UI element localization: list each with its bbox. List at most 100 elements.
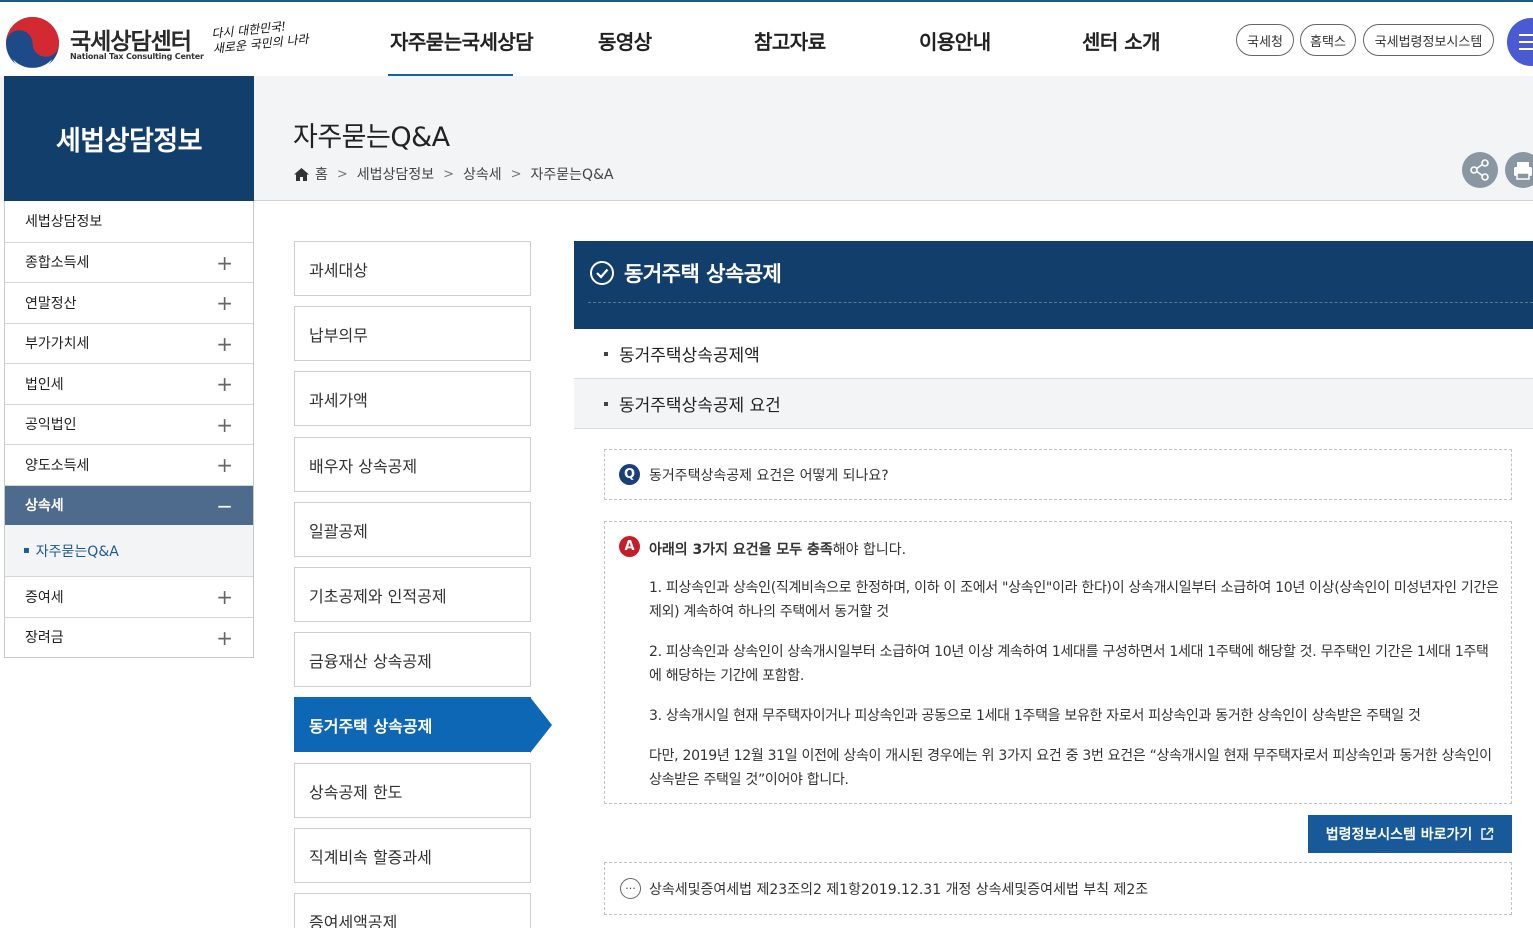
answer-box: A 아래의 3가지 요건을 모두 충족해야 합니다. 1. 피상속인과 상속인(… — [604, 521, 1512, 804]
answer-item: 1. 피상속인과 상속인(직계비속으로 한정하며, 이하 이 조에서 "상속인"… — [649, 580, 1499, 620]
topic-tab[interactable]: 과세가액 — [294, 371, 531, 426]
answer-lead-bold: 아래의 3가지 요건을 모두 충족 — [649, 542, 833, 558]
gnb-about[interactable]: 센터 소개 — [1082, 26, 1161, 55]
reference-text: 상속세및증여세법 제23조의2 제1항2019.12.31 개정 상속세및증여세… — [649, 881, 1149, 898]
site-header: 국세상담센터 National Tax Consulting Center 다시… — [0, 2, 1533, 77]
lnb-item-label: 장려금 — [25, 630, 64, 647]
topic-tab[interactable]: 납부의무 — [294, 306, 531, 361]
breadcrumb-item[interactable]: 세법상담정보 — [357, 164, 434, 184]
question-badge-icon: Q — [619, 464, 640, 485]
topic-tab[interactable]: 증여세액공제 — [294, 893, 531, 928]
answer-badge-icon: A — [619, 536, 640, 557]
active-tab-arrow — [530, 697, 552, 753]
lnb-item-label: 연말정산 — [25, 295, 77, 312]
topic-tab[interactable]: 직계비속 할증과세 — [294, 828, 531, 883]
topic-tab[interactable]: 기초공제와 인적공제 — [294, 567, 531, 622]
plus-icon[interactable]: + — [216, 585, 233, 609]
slogan: 다시 대한민국! 새로운 국민의 나라 — [211, 17, 310, 57]
law-system-button[interactable]: 법령정보시스템 바로가기 — [1308, 815, 1512, 853]
lnb-item-label: 세법상담정보 — [25, 214, 103, 231]
lnb-title: 세법상담정보 — [4, 76, 254, 201]
answer-note: 다만, 2019년 12월 31일 이전에 상속이 개시된 경우에는 위 3가지… — [649, 748, 1492, 788]
lnb-item-tax-info[interactable]: 세법상담정보 — [5, 201, 253, 242]
lnb-item-label: 증여세 — [25, 589, 64, 606]
more-dots-icon: ··· — [620, 878, 641, 899]
sub-topic-requirements[interactable]: 동거주택상속공제 요건 — [574, 379, 1533, 429]
answer-lead-rest: 해야 합니다. — [832, 542, 907, 558]
gnb-reference[interactable]: 참고자료 — [754, 26, 826, 55]
left-nav: 세법상담정보 종합소득세 + 연말정산 + 부가가치세 + 법인세 + 공익법인… — [4, 201, 254, 658]
print-icon — [1514, 162, 1532, 180]
gnb-video[interactable]: 동영상 — [598, 26, 652, 55]
lnb-item-corporate-tax[interactable]: 법인세 + — [5, 363, 253, 404]
hamburger-icon — [1519, 41, 1533, 43]
plus-icon[interactable]: + — [216, 453, 233, 477]
topic-tab[interactable]: 일괄공제 — [294, 502, 531, 557]
dashed-divider — [588, 302, 1533, 303]
answer-item: 2. 피상속인과 상속인이 상속개시일부터 소급하여 10년 이상 계속하여 1… — [649, 644, 1489, 684]
divider — [254, 200, 1533, 201]
nts-link-button[interactable]: 국세청 — [1236, 24, 1294, 56]
lnb-item-public-corp[interactable]: 공익법인 + — [5, 403, 253, 445]
check-circle-icon — [590, 261, 614, 285]
lnb-subitem-faq[interactable]: ▪ 자주묻는Q&A — [5, 525, 253, 576]
lnb-item-transfer-tax[interactable]: 양도소득세 + — [5, 444, 253, 485]
gnb-guide[interactable]: 이용안내 — [919, 26, 991, 55]
lnb-subitem-label: 자주묻는Q&A — [35, 543, 119, 560]
hometax-link-button[interactable]: 홈택스 — [1300, 24, 1356, 56]
content-title: 동거주택 상속공제 — [624, 262, 782, 286]
topic-tab[interactable]: 배우자 상속공제 — [294, 437, 531, 492]
lnb-item-label: 상속세 — [25, 498, 64, 515]
minus-icon[interactable]: − — [216, 494, 233, 518]
lnb-item-label: 공익법인 — [25, 417, 77, 434]
lnb-item-income-tax[interactable]: 종합소득세 + — [5, 241, 253, 283]
lnb-item-label: 부가가치세 — [25, 336, 90, 353]
breadcrumb-separator-icon: > — [336, 166, 348, 182]
bullet-icon: ▪ — [23, 545, 30, 556]
plus-icon[interactable]: + — [216, 332, 233, 356]
plus-icon[interactable]: + — [216, 251, 233, 275]
hamburger-icon — [1519, 34, 1533, 36]
gnb-faq[interactable]: 자주묻는국세상담 — [390, 26, 534, 55]
topic-tab-active[interactable]: 동거주택 상속공제 — [294, 697, 531, 752]
plus-icon[interactable]: + — [216, 372, 233, 396]
reference-box: ··· 상속세및증여세법 제23조의2 제1항2019.12.31 개정 상속세… — [604, 862, 1512, 915]
hamburger-icon — [1519, 48, 1533, 50]
sub-topic-amount[interactable]: 동거주택상속공제액 — [574, 329, 1533, 379]
plus-icon[interactable]: + — [216, 626, 233, 650]
plus-icon[interactable]: + — [216, 413, 233, 437]
share-icon — [1470, 159, 1489, 181]
breadcrumb-current: 자주묻는Q&A — [530, 167, 614, 183]
law-system-button-label: 법령정보시스템 바로가기 — [1325, 827, 1473, 843]
breadcrumb-item[interactable]: 상속세 — [463, 164, 502, 184]
answer-lead: 아래의 3가지 요건을 모두 충족해야 합니다. — [649, 539, 906, 559]
question-box: Q 동거주택상속공제 요건은 어떻게 되나요? — [604, 449, 1512, 500]
breadcrumb-separator-icon: > — [443, 166, 454, 182]
breadcrumb: 홈 > 세법상담정보 > 상속세 > 자주묻는Q&A — [293, 164, 614, 184]
law-system-link-button[interactable]: 국세법령정보시스템 — [1363, 24, 1494, 56]
question-text: 동거주택상속공제 요건은 어떻게 되나요? — [649, 467, 889, 484]
lnb-item-vat[interactable]: 부가가치세 + — [5, 322, 253, 364]
lnb-item-inheritance-tax[interactable]: 상속세 − — [5, 484, 253, 525]
home-icon[interactable] — [293, 167, 310, 182]
lnb-item-incentive[interactable]: 장려금 + — [5, 616, 253, 658]
external-link-icon — [1481, 827, 1494, 840]
breadcrumb-separator-icon: > — [510, 166, 522, 182]
topic-tab[interactable]: 금융재산 상속공제 — [294, 632, 531, 687]
lnb-item-label: 종합소득세 — [25, 255, 90, 272]
plus-icon[interactable]: + — [216, 291, 233, 315]
lnb-item-year-end[interactable]: 연말정산 + — [5, 282, 253, 323]
lnb-item-gift-tax[interactable]: 증여세 + — [5, 576, 253, 617]
share-button[interactable] — [1462, 152, 1498, 188]
answer-item: 3. 상속개시일 현재 무주택자이거나 피상속인과 공동으로 1세대 1주택을 … — [649, 708, 1421, 724]
taegeuk-logo-icon[interactable] — [5, 16, 60, 71]
breadcrumb-home[interactable]: 홈 — [315, 164, 328, 184]
page-title: 자주묻는Q&A — [293, 122, 450, 153]
all-menu-button[interactable] — [1507, 18, 1533, 66]
lnb-item-label: 법인세 — [25, 376, 64, 393]
logo-title[interactable]: 국세상담센터 — [70, 22, 192, 56]
topic-tab[interactable]: 상속공제 한도 — [294, 763, 531, 818]
topic-tab[interactable]: 과세대상 — [294, 241, 531, 296]
print-button[interactable] — [1505, 152, 1533, 188]
logo-subtitle: National Tax Consulting Center — [70, 52, 204, 61]
